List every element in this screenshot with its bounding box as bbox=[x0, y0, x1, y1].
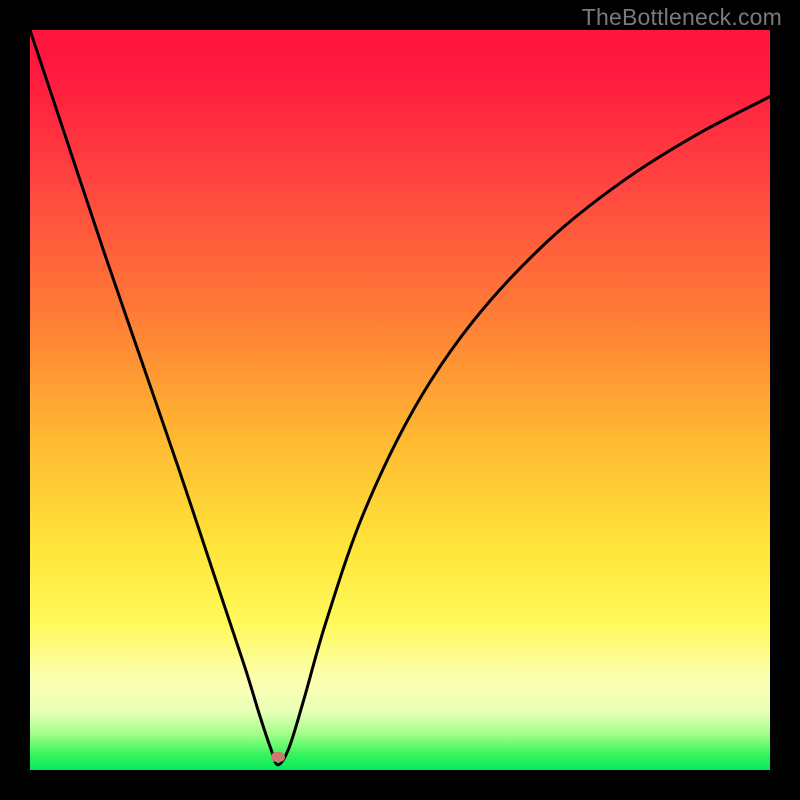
minimum-marker bbox=[271, 752, 285, 762]
curve-svg bbox=[30, 30, 770, 770]
chart-frame: TheBottleneck.com bbox=[0, 0, 800, 800]
plot-area bbox=[30, 30, 770, 770]
watermark-text: TheBottleneck.com bbox=[582, 4, 782, 31]
curve-path bbox=[30, 30, 770, 765]
